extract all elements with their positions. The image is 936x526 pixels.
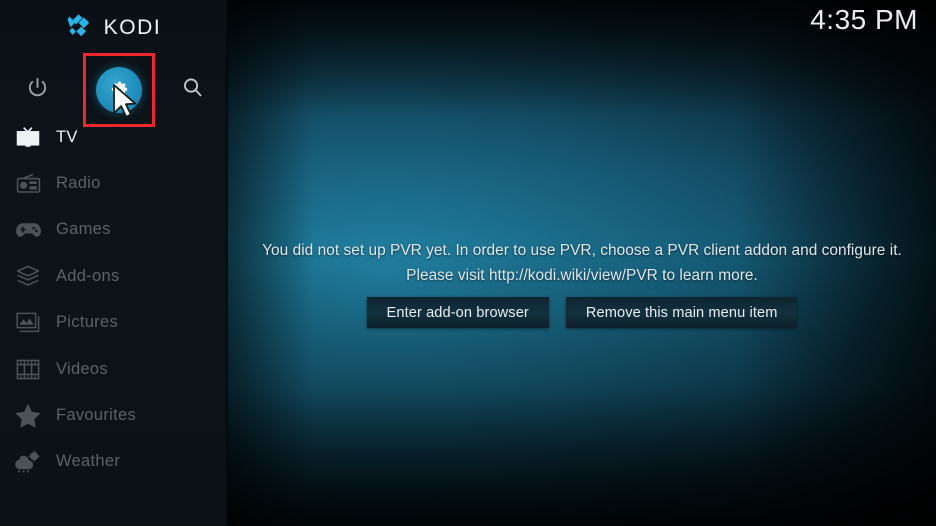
clock: 4:35 PM <box>810 4 918 35</box>
kodi-logo-icon <box>67 13 95 41</box>
app-title: KODI <box>103 15 162 39</box>
main-content: 4:35 PM You did not set up PVR yet. In o… <box>228 0 936 526</box>
power-icon <box>26 76 49 104</box>
videos-film-icon <box>10 356 46 382</box>
tv-icon <box>10 124 46 150</box>
main-menu: TV Radio Games Add-ons Pictures Videos F… <box>0 114 228 485</box>
radio-icon <box>10 171 46 197</box>
action-buttons: Enter add-on browser Remove this main me… <box>228 297 936 328</box>
sidebar-item-favourites[interactable]: Favourites <box>0 392 228 438</box>
sidebar-item-label: Add-ons <box>56 266 120 285</box>
addons-box-icon <box>10 263 46 289</box>
sidebar-item-add-ons[interactable]: Add-ons <box>0 253 228 299</box>
star-icon <box>10 403 46 429</box>
weather-icon <box>10 449 46 475</box>
sidebar-item-videos[interactable]: Videos <box>0 346 228 392</box>
sidebar-item-games[interactable]: Games <box>0 207 228 253</box>
pvr-setup-message: You did not set up PVR yet. In order to … <box>262 242 902 284</box>
kodi-home-screen: KODI TV Radio Games Add-ons Pictures Vid… <box>0 0 936 526</box>
sidebar-item-label: Favourites <box>56 406 137 425</box>
pictures-icon <box>10 310 46 336</box>
sidebar-item-radio[interactable]: Radio <box>0 160 228 206</box>
enter-addon-browser-button[interactable]: Enter add-on browser <box>366 297 549 328</box>
highlight-box <box>83 53 155 127</box>
sidebar-item-label: Pictures <box>56 313 119 332</box>
sidebar-item-label: Games <box>56 220 111 239</box>
gamepad-icon <box>10 217 46 243</box>
sidebar-item-label: Weather <box>56 452 121 471</box>
sidebar-item-label: Radio <box>56 174 101 193</box>
sidebar-item-label: TV <box>56 127 78 146</box>
search-icon <box>181 76 204 104</box>
sidebar-item-weather[interactable]: Weather <box>0 439 228 485</box>
remove-main-menu-item-button[interactable]: Remove this main menu item <box>565 297 798 328</box>
sidebar-item-label: Videos <box>56 359 108 378</box>
sidebar-item-pictures[interactable]: Pictures <box>0 300 228 346</box>
sidebar: KODI TV Radio Games Add-ons Pictures Vid… <box>0 0 228 526</box>
app-logo: KODI <box>0 8 228 46</box>
